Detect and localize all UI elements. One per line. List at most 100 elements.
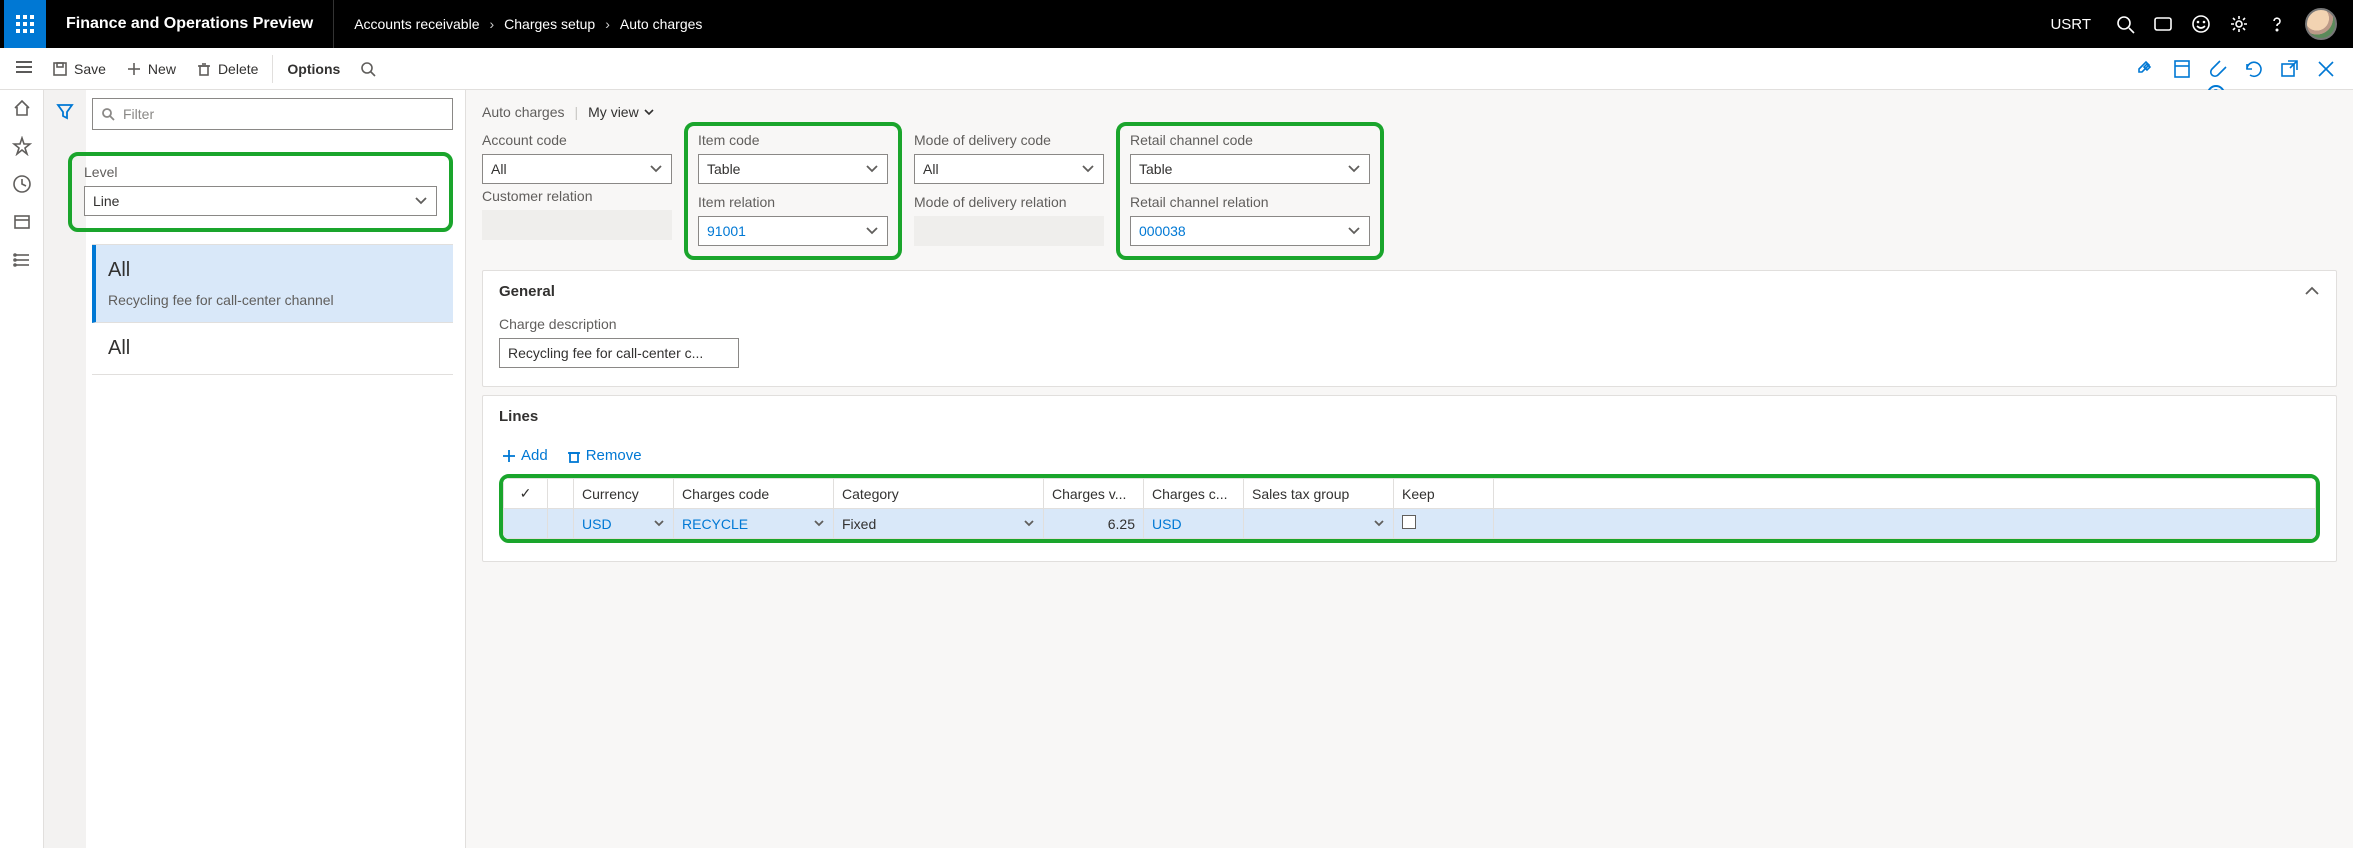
delivery-code-select[interactable]: All — [914, 154, 1104, 184]
workspaces-icon[interactable] — [12, 212, 32, 232]
lines-fasttab: Lines Add Remove — [482, 395, 2337, 562]
field-value: 000038 — [1139, 223, 1186, 239]
list-item[interactable]: All Recycling fee for call-center channe… — [92, 245, 453, 323]
chevron-down-icon — [643, 106, 655, 118]
field-value: 91001 — [707, 223, 746, 239]
message-icon[interactable] — [2153, 14, 2173, 34]
item-highlight: Item code Table Item relation 91001 — [684, 122, 902, 260]
record-list: All Recycling fee for call-center channe… — [92, 244, 453, 375]
col-charges-currency[interactable]: Charges c... — [1144, 479, 1244, 509]
help-icon[interactable] — [2267, 14, 2287, 34]
list-item-title: All — [108, 337, 439, 360]
row-select-cell[interactable] — [504, 509, 548, 539]
company-picker[interactable]: USRT — [2050, 16, 2091, 33]
list-item-subtitle: Recycling fee for call-center channel — [108, 292, 439, 308]
grid-header-row: ✓ Currency Charges code Category Charges… — [504, 479, 2316, 509]
remove-label: Remove — [586, 447, 642, 464]
popout-icon[interactable] — [2279, 58, 2301, 80]
cell-sales-tax-group[interactable] — [1244, 509, 1394, 539]
nav-toggle-button[interactable] — [6, 57, 42, 80]
field-label: Account code — [482, 132, 672, 148]
personalize-icon[interactable] — [2135, 58, 2157, 80]
breadcrumb-item[interactable]: Charges setup — [504, 16, 595, 32]
col-keep[interactable]: Keep — [1394, 479, 1494, 509]
field-label: Retail channel relation — [1130, 194, 1370, 210]
chevron-down-icon — [1373, 518, 1385, 530]
action-pane-right: 0 — [2135, 58, 2347, 80]
charge-description-input[interactable]: Recycling fee for call-center c... — [499, 338, 739, 368]
new-button[interactable]: New — [116, 55, 186, 83]
general-header[interactable]: General — [483, 271, 2336, 312]
page-search-button[interactable] — [350, 55, 386, 83]
channel-code-select[interactable]: Table — [1130, 154, 1370, 184]
chevron-down-icon — [1081, 162, 1095, 176]
field-label: Mode of delivery code — [914, 132, 1104, 148]
account-code-select[interactable]: All — [482, 154, 672, 184]
field-value: All — [491, 161, 507, 177]
office-icon[interactable] — [2171, 58, 2193, 80]
item-relation-lookup[interactable]: 91001 — [698, 216, 888, 246]
chevron-down-icon — [865, 224, 879, 238]
breadcrumb-item[interactable]: Auto charges — [620, 16, 703, 32]
favorite-icon[interactable] — [12, 136, 32, 156]
cell-keep[interactable] — [1394, 509, 1494, 539]
chevron-down-icon — [414, 194, 428, 208]
breadcrumb: Accounts receivable › Charges setup › Au… — [334, 16, 722, 32]
recent-icon[interactable] — [12, 174, 32, 194]
app-launcher-button[interactable] — [4, 0, 46, 48]
options-button[interactable]: Options — [277, 55, 350, 83]
user-avatar[interactable] — [2305, 8, 2337, 40]
search-icon — [360, 61, 376, 77]
modules-icon[interactable] — [12, 250, 32, 270]
delivery-code-block: Mode of delivery code All Mode of delive… — [914, 132, 1104, 246]
cell-charges-value[interactable]: 6.25 — [1044, 509, 1144, 539]
chevron-right-icon: › — [489, 16, 494, 32]
field-label: Charge description — [499, 316, 2320, 332]
fasttab-title: Lines — [499, 408, 538, 425]
col-sales-tax-group[interactable]: Sales tax group — [1244, 479, 1394, 509]
search-icon[interactable] — [2115, 14, 2135, 34]
col-category[interactable]: Category — [834, 479, 1044, 509]
level-select[interactable]: Line — [84, 186, 437, 216]
grid-row[interactable]: USD RECYCLE Fixed 6.25 USD — [504, 509, 2316, 539]
detail-pane: Auto charges | My view Account code All … — [466, 90, 2353, 848]
quick-filter-input[interactable] — [92, 98, 453, 130]
channel-relation-lookup[interactable]: 000038 — [1130, 216, 1370, 246]
cell-charges-code[interactable]: RECYCLE — [674, 509, 834, 539]
chevron-up-icon — [2304, 284, 2320, 300]
list-item[interactable]: All — [92, 323, 453, 375]
cell-charges-currency[interactable]: USD — [1144, 509, 1244, 539]
view-selector[interactable]: My view — [588, 104, 655, 120]
keep-checkbox[interactable] — [1402, 515, 1416, 529]
chevron-down-icon — [649, 162, 663, 176]
col-charges-code[interactable]: Charges code — [674, 479, 834, 509]
list-pane: Level Line All Recycling fee for call-ce… — [86, 90, 466, 848]
gear-icon[interactable] — [2229, 14, 2249, 34]
delete-button[interactable]: Delete — [186, 55, 268, 83]
filter-field[interactable] — [121, 105, 444, 123]
chevron-down-icon — [1347, 224, 1361, 238]
field-label: Mode of delivery relation — [914, 194, 1104, 210]
cell-currency[interactable]: USD — [574, 509, 674, 539]
attachments-button[interactable]: 0 — [2207, 58, 2229, 80]
col-currency[interactable]: Currency — [574, 479, 674, 509]
home-icon[interactable] — [12, 98, 32, 118]
breadcrumb-item[interactable]: Accounts receivable — [354, 16, 479, 32]
refresh-icon[interactable] — [2243, 58, 2265, 80]
close-icon[interactable] — [2315, 58, 2337, 80]
save-button[interactable]: Save — [42, 55, 116, 83]
cell-category[interactable]: Fixed — [834, 509, 1044, 539]
item-code-select[interactable]: Table — [698, 154, 888, 184]
feedback-smile-icon[interactable] — [2191, 14, 2211, 34]
field-label: Item code — [698, 132, 888, 148]
field-label: Retail channel code — [1130, 132, 1370, 148]
lines-header[interactable]: Lines — [483, 396, 2336, 437]
lines-toolbar: Add Remove — [499, 441, 2320, 474]
action-pane: Save New Delete Options 0 — [0, 48, 2353, 90]
col-charges-value[interactable]: Charges v... — [1044, 479, 1144, 509]
save-label: Save — [74, 61, 106, 77]
channel-highlight: Retail channel code Table Retail channel… — [1116, 122, 1384, 260]
add-line-button[interactable]: Add — [501, 447, 548, 464]
remove-line-button[interactable]: Remove — [566, 447, 642, 464]
select-all-checkbox[interactable]: ✓ — [504, 479, 548, 509]
